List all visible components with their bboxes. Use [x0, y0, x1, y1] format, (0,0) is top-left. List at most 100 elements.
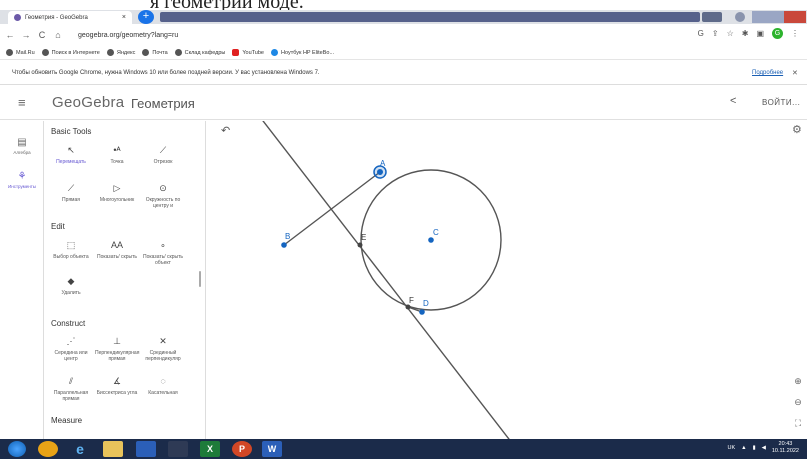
- eraser-icon: ◆: [67, 276, 75, 286]
- cropped-heading-text: я геометрий моде.: [150, 0, 304, 10]
- google-icon[interactable]: G: [698, 29, 704, 38]
- tool-show-hide-object[interactable]: ∘ Показать/ скрыть объект: [141, 238, 185, 266]
- tool-delete[interactable]: ◆ Удалить: [49, 274, 93, 296]
- point-c[interactable]: [428, 237, 434, 243]
- infobar-close-icon[interactable]: ✕: [792, 69, 798, 77]
- label-aa-icon: AA: [110, 240, 123, 250]
- forward-icon[interactable]: →: [20, 30, 32, 40]
- new-tab-button[interactable]: +: [138, 10, 154, 24]
- powerpoint-taskbar-icon[interactable]: P: [232, 441, 252, 457]
- line-through-e-f[interactable]: [260, 121, 512, 439]
- tray-clock[interactable]: 20:43 10.11.2022: [772, 441, 799, 455]
- tool-circle-center[interactable]: ⊙ Окружность по центру и: [141, 181, 185, 209]
- mailru-icon: [6, 49, 13, 56]
- tool-parallel[interactable]: ⫽ Параллельная прямая: [49, 374, 93, 402]
- chrome-taskbar-icon[interactable]: [38, 441, 58, 457]
- bookmark-item[interactable]: Склад кафедры: [174, 49, 225, 56]
- profile-chip[interactable]: [702, 12, 722, 22]
- section-measure: Measure: [51, 416, 83, 425]
- rail-tools[interactable]: ⚘ Инструменты: [0, 171, 44, 189]
- excel-taskbar-icon[interactable]: X: [200, 441, 220, 457]
- sidepanel-icon[interactable]: ▣: [756, 29, 764, 38]
- address-bar: ← → C ⌂ geogebra.org/geometry?lang=ru G …: [0, 24, 807, 46]
- ie-taskbar-icon[interactable]: e: [70, 441, 90, 457]
- point-f[interactable]: [405, 304, 411, 310]
- tool-midpoint[interactable]: ⋰ Середина или центр: [49, 334, 93, 362]
- start-button[interactable]: [8, 441, 26, 457]
- browser-tab[interactable]: Геометрия - GeoGebra ×: [8, 11, 132, 24]
- tools-icon: ⚘: [17, 171, 27, 182]
- minimize-button[interactable]: [752, 11, 768, 23]
- point-e[interactable]: [357, 242, 363, 248]
- select-box-icon: ⬚: [66, 240, 76, 250]
- language-indicator[interactable]: UK: [728, 445, 736, 451]
- bookmark-item[interactable]: Поиск в Интернете: [41, 49, 100, 56]
- login-button[interactable]: ВОЙТИ...: [762, 98, 800, 107]
- tool-move[interactable]: ↖ Перемещать: [49, 143, 93, 165]
- point-b[interactable]: [281, 242, 287, 248]
- geogebra-logo: GeoGebra: [52, 94, 125, 111]
- tool-perpendicular[interactable]: ⊥ Перпендикулярная прямая: [95, 334, 139, 362]
- zoom-out-button[interactable]: ⊖: [791, 397, 805, 408]
- zoom-in-button[interactable]: ⊕: [791, 376, 805, 387]
- label-f: F: [409, 296, 414, 305]
- tool-panel-scrollbar[interactable]: [199, 271, 201, 287]
- tool-panel: Basic Tools ↖ Перемещать •ᴬ Точка ⟋ Отрезок…: [45, 121, 206, 439]
- tool-polygon[interactable]: ▷ Многоугольник: [95, 181, 139, 203]
- polygon-icon: ▷: [113, 183, 121, 193]
- reload-icon[interactable]: C: [36, 30, 48, 40]
- label-d: D: [423, 299, 429, 308]
- profile-avatar[interactable]: G: [772, 28, 783, 39]
- section-edit: Edit: [51, 222, 65, 231]
- segment-icon: ⟋: [159, 145, 167, 155]
- tool-show-hide-label[interactable]: AA Показать/ скрыть: [95, 238, 139, 260]
- home-icon[interactable]: ⌂: [52, 30, 64, 40]
- tool-select[interactable]: ⬚ Выбор объекта: [49, 238, 93, 260]
- share-page-icon[interactable]: ⇪: [712, 29, 719, 38]
- share-icon[interactable]: <: [730, 95, 736, 107]
- word-taskbar-icon[interactable]: [136, 441, 156, 457]
- word2-taskbar-icon[interactable]: W: [262, 441, 282, 457]
- bookmarks-bar: Mail.Ru Поиск в Интернете Яндекс Почта С…: [0, 46, 807, 60]
- hamburger-menu-icon[interactable]: ≡: [18, 95, 26, 110]
- bookmark-item[interactable]: Ноутбук HP EliteBo...: [271, 49, 334, 56]
- bookmark-star-icon[interactable]: ☆: [727, 29, 734, 38]
- volume-icon[interactable]: ◀: [762, 445, 766, 451]
- url-field[interactable]: geogebra.org/geometry?lang=ru: [78, 32, 178, 39]
- infobar-more-link[interactable]: Подробнее: [752, 70, 783, 76]
- point-d[interactable]: [419, 309, 425, 315]
- explorer-taskbar-icon[interactable]: [103, 441, 123, 457]
- bookmark-item[interactable]: YouTube: [232, 49, 264, 56]
- tray-arrow-icon[interactable]: ▲: [741, 445, 746, 451]
- tool-tangent[interactable]: ◌ Касательная: [141, 374, 185, 396]
- menu-dots-icon[interactable]: ⋮: [791, 29, 799, 38]
- extensions-icon[interactable]: ✱: [742, 29, 749, 38]
- infobar-message: Чтобы обновить Google Chrome, нужна Wind…: [12, 70, 320, 76]
- graphics-view[interactable]: ↶ ⚙ A B C D E F ⊕ ⊖ ⛶: [207, 121, 807, 439]
- tool-line[interactable]: ⟋ Прямая: [49, 181, 93, 203]
- globe-icon: [174, 49, 182, 56]
- back-icon[interactable]: ←: [4, 30, 16, 40]
- tool-segment[interactable]: ⟋ Отрезок: [141, 143, 185, 165]
- line-icon: ⟋: [67, 183, 75, 193]
- windows-taskbar: e X P W UK ▲ ▮ ◀ 20:43 10.11.2022: [0, 439, 807, 459]
- fullscreen-button[interactable]: ⛶: [791, 418, 805, 429]
- tab-search-icon[interactable]: [735, 12, 745, 22]
- label-b: B: [285, 232, 291, 241]
- tab-close-icon[interactable]: ×: [122, 14, 126, 21]
- bookmark-item[interactable]: Mail.Ru: [6, 49, 35, 56]
- geogebra-header: ≡ GeoGebra Геометрия < ВОЙТИ...: [0, 86, 807, 120]
- close-window-button[interactable]: [784, 11, 806, 23]
- bookmark-item[interactable]: Почта: [142, 49, 168, 56]
- tool-point[interactable]: •ᴬ Точка: [95, 143, 139, 165]
- show-object-icon: ∘: [160, 240, 166, 250]
- address-bar-actions: G ⇪ ☆ ✱ ▣ G ⋮: [698, 28, 799, 39]
- rail-algebra[interactable]: ▤ Алгебра: [0, 137, 44, 155]
- bookmark-item[interactable]: Яндекс: [106, 49, 135, 56]
- point-a[interactable]: [377, 169, 383, 175]
- tool-perp-bisector[interactable]: ✕ Срединный перпендикуляр: [141, 334, 185, 362]
- network-icon[interactable]: ▮: [753, 445, 756, 451]
- media-taskbar-icon[interactable]: [168, 441, 188, 457]
- tool-angle-bisector[interactable]: ∡ Биссектриса угла: [95, 374, 139, 396]
- maximize-button[interactable]: [768, 11, 784, 23]
